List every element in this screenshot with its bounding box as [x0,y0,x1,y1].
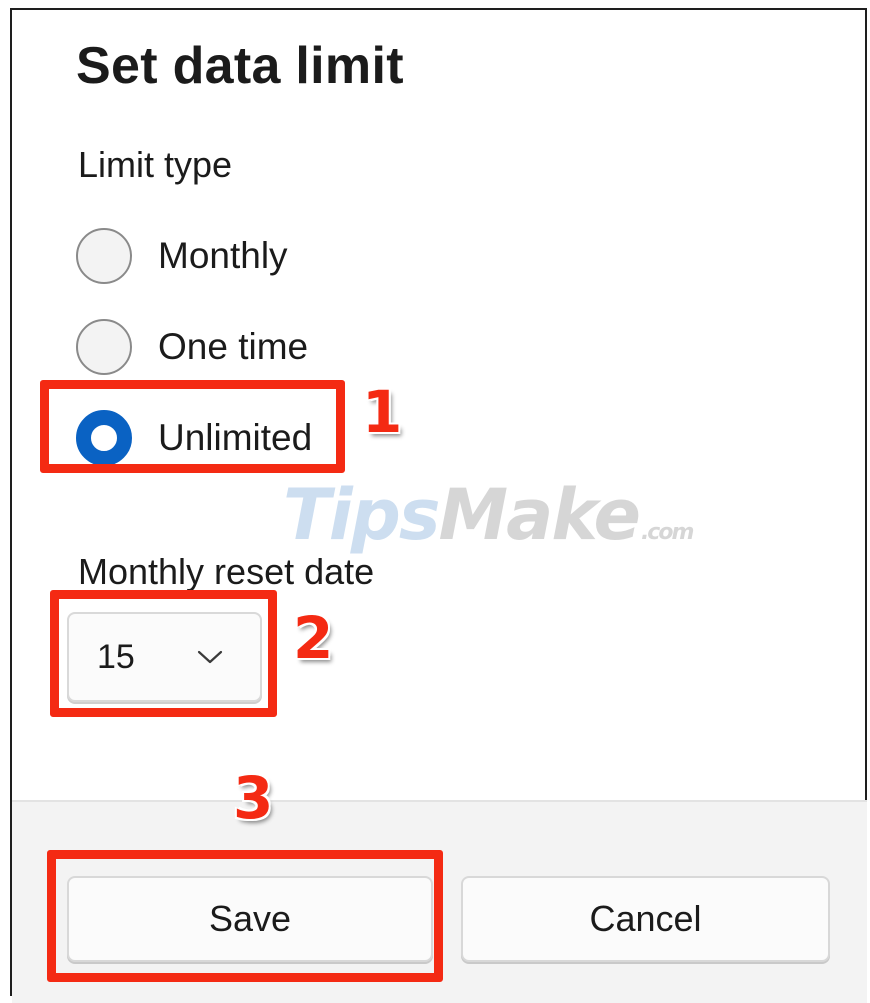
radio-button-monthly[interactable] [76,228,132,284]
radio-option-monthly[interactable]: Monthly [76,226,288,286]
dialog-title: Set data limit [76,37,404,95]
radio-label-monthly: Monthly [158,235,288,276]
annotation-box-1 [40,380,345,473]
radio-option-one-time[interactable]: One time [76,317,308,377]
monthly-reset-date-label: Monthly reset date [78,551,375,592]
annotation-box-2 [50,590,277,717]
annotation-number-1: 1 [362,378,403,446]
limit-type-label: Limit type [78,144,233,185]
watermark-logo: Tips Make .com [283,474,694,556]
annotation-number-2: 2 [293,604,334,672]
annotation-box-3 [47,850,443,982]
radio-label-one-time: One time [158,326,309,367]
cancel-button[interactable]: Cancel [461,876,830,962]
radio-button-one-time[interactable] [76,319,132,375]
annotation-number-3: 3 [233,764,274,832]
